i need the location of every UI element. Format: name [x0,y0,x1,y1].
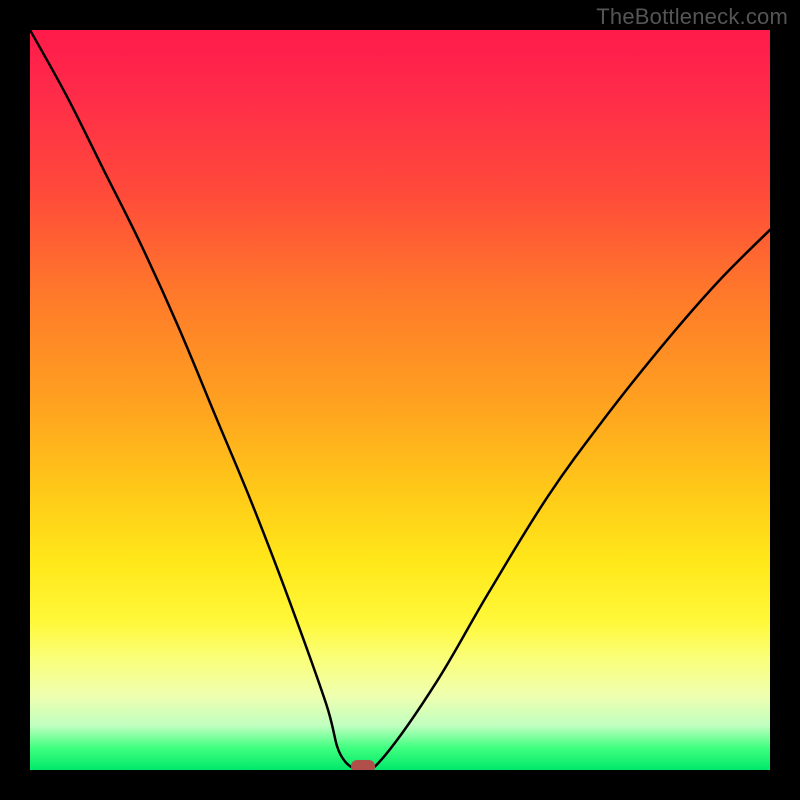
watermark-text: TheBottleneck.com [596,4,788,30]
curve-path [30,30,770,770]
bottleneck-curve [30,30,770,770]
plot-area [30,30,770,770]
minimum-marker [351,760,375,770]
chart-frame: TheBottleneck.com [0,0,800,800]
